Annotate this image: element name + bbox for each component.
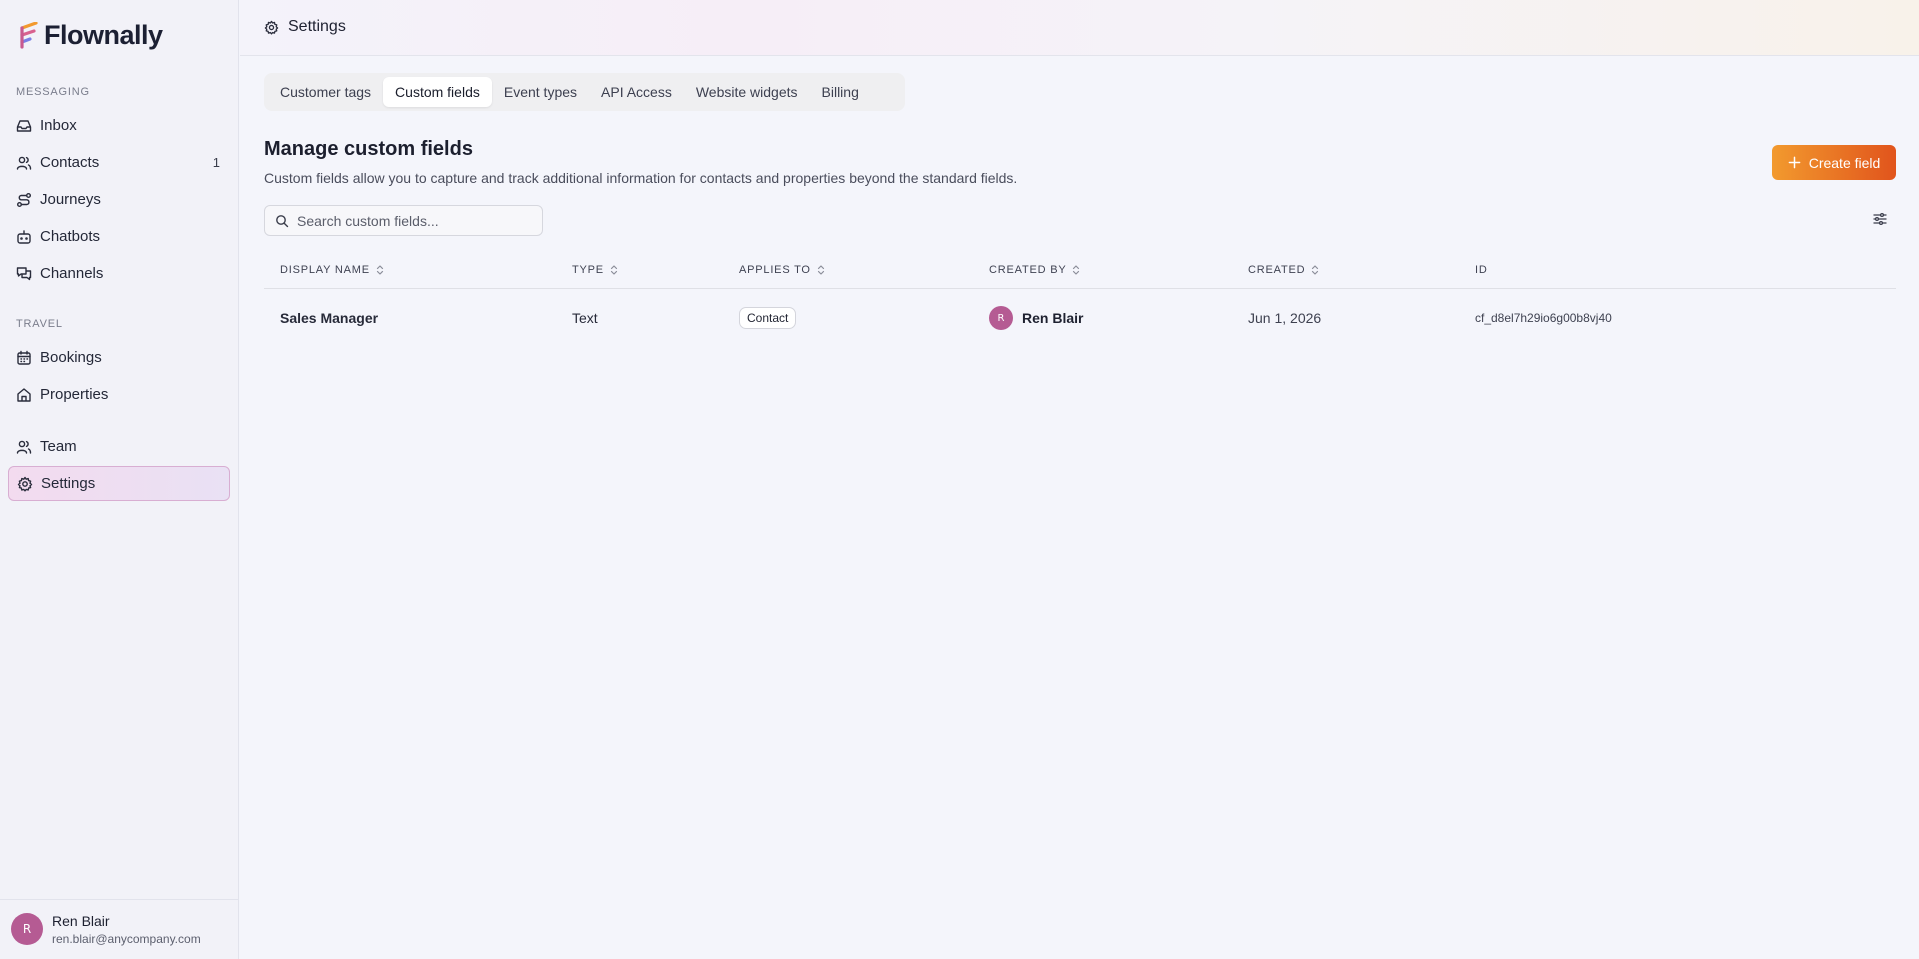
messages-icon xyxy=(16,266,32,282)
table-row[interactable]: Sales Manager Text Contact R Ren Blair J… xyxy=(264,289,1896,347)
plus-icon xyxy=(1788,156,1801,169)
sidebar-item-label: Bookings xyxy=(40,349,102,366)
sidebar-item-chatbots[interactable]: Chatbots xyxy=(8,219,230,254)
tab-website-widgets[interactable]: Website widgets xyxy=(684,77,810,107)
sort-icon xyxy=(1072,264,1080,276)
column-label: TYPE xyxy=(572,264,604,276)
sidebar-item-label: Inbox xyxy=(40,117,77,134)
brand-logo[interactable]: Flownally xyxy=(20,20,163,51)
column-label: APPLIES TO xyxy=(739,264,811,276)
search-icon xyxy=(275,214,289,228)
column-label: CREATED BY xyxy=(989,264,1067,276)
page-description: Custom fields allow you to capture and t… xyxy=(264,170,1018,186)
table-header: DISPLAY NAME TYPE APPLIES TO CREATED BY … xyxy=(264,252,1896,289)
user-profile[interactable]: R Ren Blair ren.blair@anycompany.com xyxy=(0,899,239,959)
column-header-id: ID xyxy=(1475,252,1488,288)
gear-icon xyxy=(17,476,33,492)
column-label: CREATED xyxy=(1248,264,1306,276)
tab-customer-tags[interactable]: Customer tags xyxy=(268,77,383,107)
sidebar-item-journeys[interactable]: Journeys xyxy=(8,182,230,217)
tab-event-types[interactable]: Event types xyxy=(492,77,589,107)
cell-applies-to: Contact xyxy=(739,289,797,347)
sidebar-item-properties[interactable]: Properties xyxy=(8,377,230,412)
section-label-travel: TRAVEL xyxy=(16,318,63,330)
brand-name: Flownally xyxy=(44,20,163,50)
sidebar-item-bookings[interactable]: Bookings xyxy=(8,340,230,375)
custom-fields-table: DISPLAY NAME TYPE APPLIES TO CREATED BY … xyxy=(264,252,1896,347)
cell-display-name: Sales Manager xyxy=(280,310,379,326)
cell-created-by: R Ren Blair xyxy=(989,289,1083,347)
sidebar: Flownally MESSAGING Inbox Contacts 1 Jou… xyxy=(0,0,239,959)
tab-api-access[interactable]: API Access xyxy=(589,77,684,107)
sort-icon xyxy=(610,264,618,276)
applies-to-badge: Contact xyxy=(739,307,797,329)
sort-icon xyxy=(1311,264,1319,276)
sidebar-item-channels[interactable]: Channels xyxy=(8,256,230,291)
search-input[interactable] xyxy=(297,212,517,229)
flownally-logo-icon xyxy=(20,21,38,49)
home-icon xyxy=(16,387,32,403)
column-settings-icon[interactable] xyxy=(1872,211,1888,227)
sidebar-item-label: Channels xyxy=(40,265,104,282)
route-icon xyxy=(16,192,32,208)
column-header-display-name[interactable]: DISPLAY NAME xyxy=(280,252,384,288)
tab-billing[interactable]: Billing xyxy=(810,77,871,107)
search-box xyxy=(264,205,543,236)
calendar-icon xyxy=(16,350,32,366)
section-label-messaging: MESSAGING xyxy=(16,86,90,98)
column-header-created-by[interactable]: CREATED BY xyxy=(989,252,1080,288)
avatar: R xyxy=(11,913,43,945)
column-label: ID xyxy=(1475,264,1488,276)
team-icon xyxy=(16,439,32,455)
tab-custom-fields[interactable]: Custom fields xyxy=(383,77,492,107)
sidebar-item-label: Settings xyxy=(41,475,96,492)
column-label: DISPLAY NAME xyxy=(280,264,370,276)
sidebar-item-contacts[interactable]: Contacts 1 xyxy=(8,145,230,180)
page-title: Manage custom fields xyxy=(264,138,473,160)
create-field-button[interactable]: Create field xyxy=(1772,145,1896,180)
sort-icon xyxy=(817,264,825,276)
users-icon xyxy=(16,155,32,171)
gear-icon xyxy=(264,20,279,35)
breadcrumb: Settings xyxy=(264,18,346,36)
column-header-type[interactable]: TYPE xyxy=(572,252,618,288)
avatar: R xyxy=(989,306,1013,330)
column-header-applies-to[interactable]: APPLIES TO xyxy=(739,252,825,288)
sidebar-item-label: Chatbots xyxy=(40,228,101,245)
bot-icon xyxy=(16,229,32,245)
cell-id: cf_d8el7h29io6g00b8vj40 xyxy=(1475,311,1612,325)
sidebar-item-label: Contacts xyxy=(40,154,100,171)
sort-icon xyxy=(376,264,384,276)
sidebar-item-label: Journeys xyxy=(40,191,101,208)
inbox-icon xyxy=(16,118,32,134)
contacts-count-badge: 1 xyxy=(212,155,220,170)
page-header-title: Settings xyxy=(288,18,346,35)
top-bar: Settings xyxy=(240,0,1919,56)
creator-name: Ren Blair xyxy=(1022,310,1084,326)
user-name: Ren Blair xyxy=(52,913,110,929)
settings-tabs: Customer tags Custom fields Event types … xyxy=(264,73,905,111)
cell-created: Jun 1, 2026 xyxy=(1248,310,1322,326)
sidebar-item-settings[interactable]: Settings xyxy=(8,466,230,501)
sidebar-item-label: Properties xyxy=(40,386,109,403)
column-header-created[interactable]: CREATED xyxy=(1248,252,1319,288)
user-email: ren.blair@anycompany.com xyxy=(52,932,201,946)
sidebar-item-team[interactable]: Team xyxy=(8,429,230,464)
cell-type: Text xyxy=(572,310,598,326)
create-field-label: Create field xyxy=(1808,154,1881,171)
sidebar-item-label: Team xyxy=(40,438,77,455)
sidebar-item-inbox[interactable]: Inbox xyxy=(8,108,230,143)
